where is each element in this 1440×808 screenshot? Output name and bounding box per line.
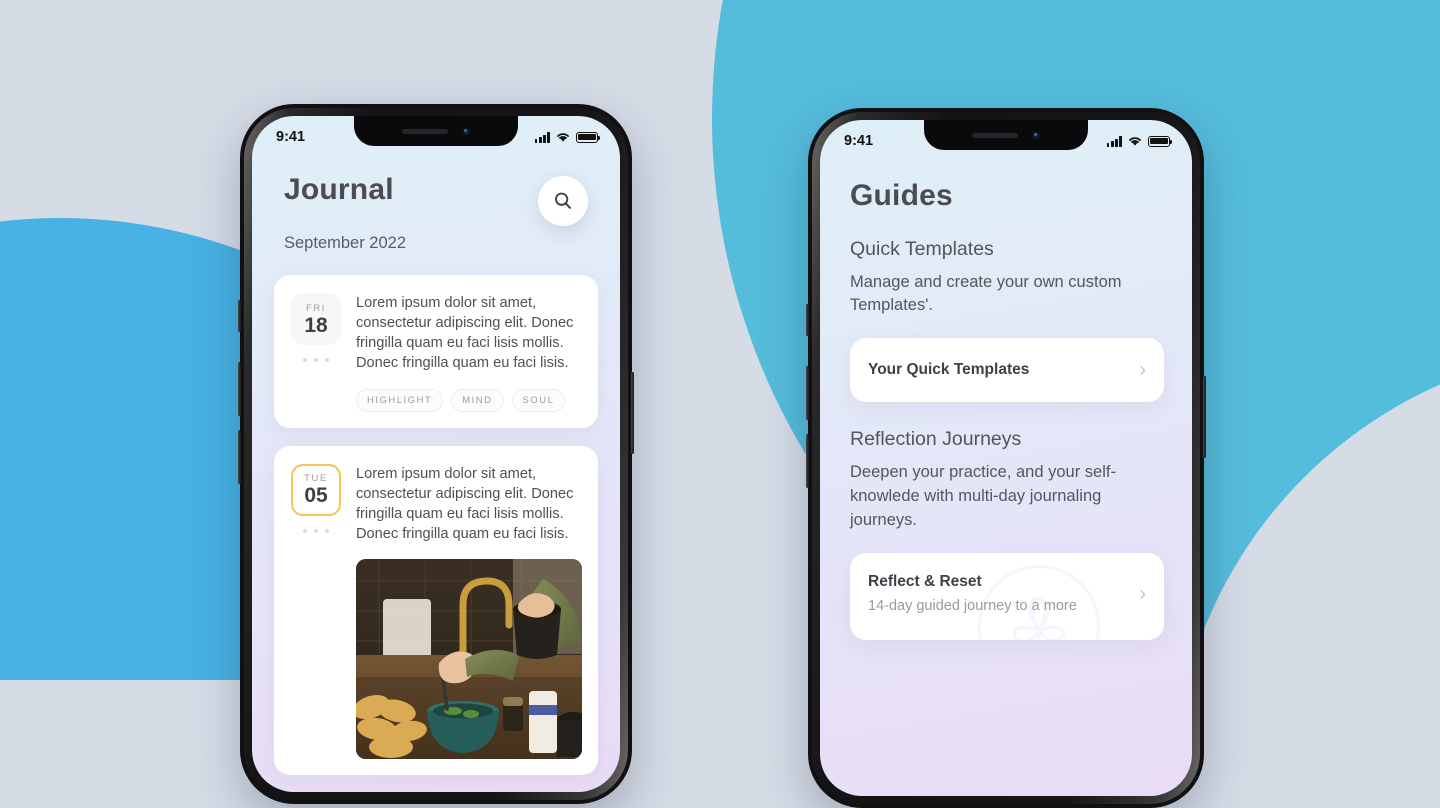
status-indicators xyxy=(534,131,601,143)
chevron-right-icon: › xyxy=(1139,582,1146,605)
journal-entry-card[interactable]: FRI 18 Lorem ipsum dolor sit amet, conse… xyxy=(274,275,598,428)
front-camera-icon xyxy=(461,126,471,136)
entry-timeline-dots xyxy=(303,358,329,362)
guides-body: Guides Quick Templates Manage and create… xyxy=(820,156,1192,641)
earpiece-speaker-icon xyxy=(401,128,448,134)
entry-day-number: 05 xyxy=(304,484,328,507)
entry-tag[interactable]: SOUL xyxy=(511,388,566,412)
entry-text: Lorem ipsum dolor sit amet, consectetur … xyxy=(356,295,574,372)
power-button[interactable] xyxy=(631,372,634,454)
volume-up-button[interactable] xyxy=(806,366,809,420)
entry-timeline-dots xyxy=(303,528,329,533)
entry-date-column: TUE 05 xyxy=(290,463,342,760)
section-heading-quick-templates: Quick Templates xyxy=(850,237,994,260)
wifi-icon xyxy=(1129,137,1141,146)
volume-down-button[interactable] xyxy=(238,430,241,484)
entry-date-badge: FRI 18 xyxy=(291,293,341,345)
journal-screen-content: Journal September 2022 FRI 18 Lorem ipsu… xyxy=(252,116,620,792)
volume-down-button[interactable] xyxy=(806,434,809,488)
section-heading-reflection-journeys: Reflection Journeys xyxy=(850,428,1022,451)
search-icon xyxy=(555,192,571,209)
card-reflect-and-reset[interactable]: Reflect & Reset 14-day guided journey to… xyxy=(850,553,1164,641)
notch xyxy=(354,116,518,146)
journal-entry-card[interactable]: TUE 05 Lorem ipsum dolor sit amet, conse… xyxy=(274,445,598,775)
entry-date-column: FRI 18 xyxy=(290,293,342,412)
journal-subtitle: September 2022 xyxy=(284,234,407,252)
cellular-bars-icon xyxy=(534,132,550,143)
battery-full-icon xyxy=(1148,135,1173,147)
volume-up-button[interactable] xyxy=(238,362,241,416)
status-time: 9:41 xyxy=(844,133,874,149)
section-description-reflection-journeys: Deepen your practice, and your self-know… xyxy=(850,463,1116,530)
phone-mockup-guides: 9:41 Guides Quick Templates Manage and c… xyxy=(806,108,1206,808)
card-title: Your Quick Templates xyxy=(868,361,1030,379)
card-subtitle: 14-day guided journey to a more xyxy=(868,598,1077,615)
chevron-right-icon: › xyxy=(1139,359,1146,382)
entry-body: Lorem ipsum dolor sit amet, consectetur … xyxy=(356,464,582,759)
phone-screen-journal: 9:41 Journal September 2022 FRI 18 Lorem… xyxy=(252,116,620,792)
guides-screen-content: Guides Quick Templates Manage and create… xyxy=(820,120,1192,796)
background-decoration xyxy=(0,0,1440,680)
page-title: Guides xyxy=(850,179,953,212)
phone-screen-guides: 9:41 Guides Quick Templates Manage and c… xyxy=(820,120,1192,796)
notch xyxy=(924,120,1088,150)
mute-switch[interactable] xyxy=(238,300,241,332)
status-indicators xyxy=(1106,135,1173,147)
front-camera-icon xyxy=(1031,130,1041,140)
kitchen-cooking-photo xyxy=(356,559,582,759)
cellular-bars-icon xyxy=(1106,136,1122,147)
entry-day-of-week: FRI xyxy=(305,302,327,314)
journal-entry-list: FRI 18 Lorem ipsum dolor sit amet, conse… xyxy=(252,253,620,775)
phone-mockup-journal: 9:41 Journal September 2022 FRI 18 Lorem… xyxy=(238,104,634,804)
entry-day-of-week: TUE xyxy=(304,473,328,484)
entry-body: Lorem ipsum dolor sit amet, consectetur … xyxy=(356,293,582,412)
wifi-icon xyxy=(557,133,569,142)
status-time: 9:41 xyxy=(276,129,306,145)
section-description-quick-templates: Manage and create your own custom Templa… xyxy=(850,272,1122,315)
earpiece-speaker-icon xyxy=(971,132,1018,138)
entry-text: Lorem ipsum dolor sit amet, consectetur … xyxy=(356,465,574,542)
entry-photo[interactable] xyxy=(356,559,582,759)
entry-tag[interactable]: MIND xyxy=(451,388,504,412)
entry-tag[interactable]: HIGHLIGHT xyxy=(356,388,444,412)
card-title: Reflect & Reset xyxy=(868,573,982,591)
journal-header: Journal xyxy=(252,152,620,226)
mute-switch[interactable] xyxy=(806,304,809,336)
entry-tag-list: HIGHLIGHT MIND SOUL xyxy=(356,388,582,412)
card-your-quick-templates[interactable]: Your Quick Templates › xyxy=(850,338,1164,403)
entry-date-badge: TUE 05 xyxy=(291,463,341,516)
power-button[interactable] xyxy=(1203,376,1206,458)
search-button[interactable] xyxy=(538,176,588,226)
card-text-group: Reflect & Reset 14-day guided journey to… xyxy=(868,573,1077,614)
entry-day-number: 18 xyxy=(304,313,328,337)
battery-full-icon xyxy=(576,131,601,143)
page-title: Journal xyxy=(284,173,394,206)
